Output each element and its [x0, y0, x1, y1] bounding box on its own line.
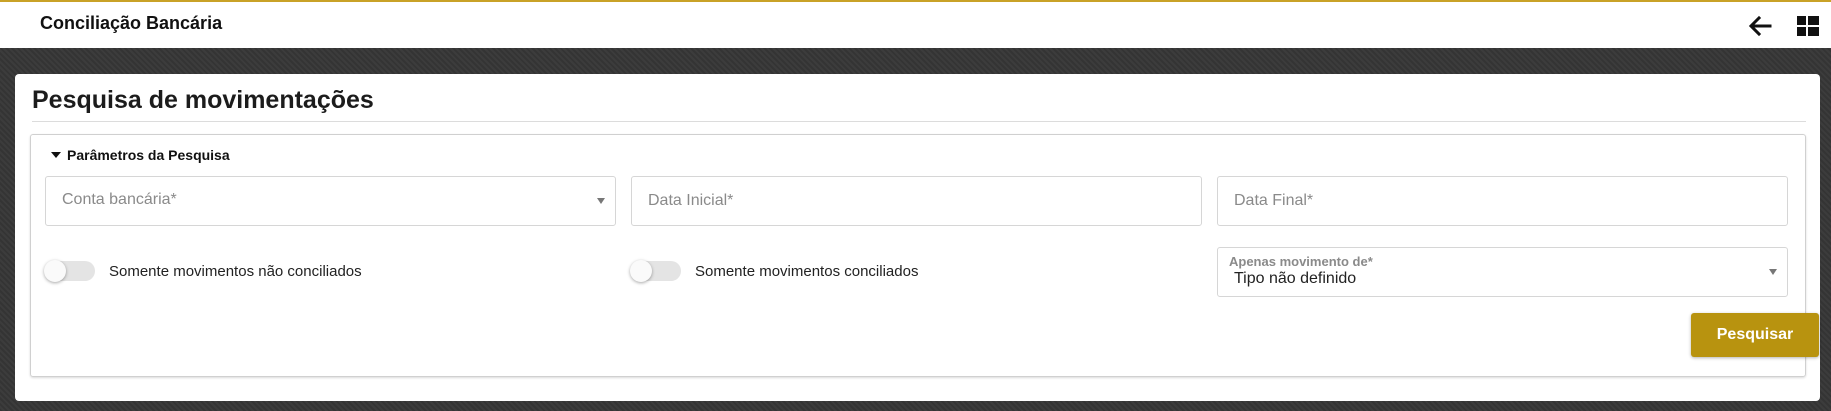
- main-panel: Pesquisa de movimentações Parâmetros da …: [15, 74, 1820, 401]
- toggle-switch[interactable]: [630, 260, 681, 282]
- toggle-conciliados-label: Somente movimentos conciliados: [695, 262, 919, 280]
- pesquisar-button[interactable]: Pesquisar: [1691, 313, 1819, 357]
- grid-layout-icon[interactable]: [1797, 16, 1819, 36]
- toggle-nao-conciliados[interactable]: Somente movimentos não conciliados: [44, 260, 362, 282]
- toggle-knob: [44, 260, 66, 282]
- search-parameters-section: Parâmetros da Pesquisa Conta bancária* S…: [30, 134, 1819, 377]
- page-title: Pesquisa de movimentações: [32, 86, 374, 114]
- dropdown-arrow-icon: [597, 198, 605, 204]
- apenas-movimento-label: Apenas movimento de*: [1229, 254, 1373, 269]
- apenas-movimento-value: Tipo não definido: [1234, 270, 1357, 287]
- search-parameters-toggle[interactable]: Parâmetros da Pesquisa: [51, 147, 230, 163]
- toggle-nao-conciliados-label: Somente movimentos não conciliados: [109, 262, 362, 280]
- title-divider: [32, 121, 1806, 122]
- app-title: Conciliação Bancária: [40, 13, 223, 33]
- dropdown-arrow-icon: [1769, 269, 1777, 275]
- data-final-field[interactable]: [1217, 176, 1788, 226]
- toggle-knob: [630, 260, 652, 282]
- data-inicial-field[interactable]: [631, 176, 1202, 226]
- top-bar: Conciliação Bancária: [0, 0, 1831, 48]
- conta-bancaria-select[interactable]: Conta bancária*: [45, 176, 616, 226]
- search-parameters-label: Parâmetros da Pesquisa: [67, 147, 230, 163]
- toggle-conciliados[interactable]: Somente movimentos conciliados: [630, 260, 919, 282]
- data-final-input[interactable]: [1218, 177, 1787, 225]
- apenas-movimento-select[interactable]: Apenas movimento de* Tipo não definido: [1217, 247, 1788, 297]
- caret-down-icon: [51, 152, 61, 158]
- data-inicial-input[interactable]: [632, 177, 1201, 225]
- arrow-left-icon[interactable]: [1748, 15, 1772, 37]
- toggle-switch[interactable]: [44, 260, 95, 282]
- conta-bancaria-placeholder: Conta bancária*: [62, 191, 177, 208]
